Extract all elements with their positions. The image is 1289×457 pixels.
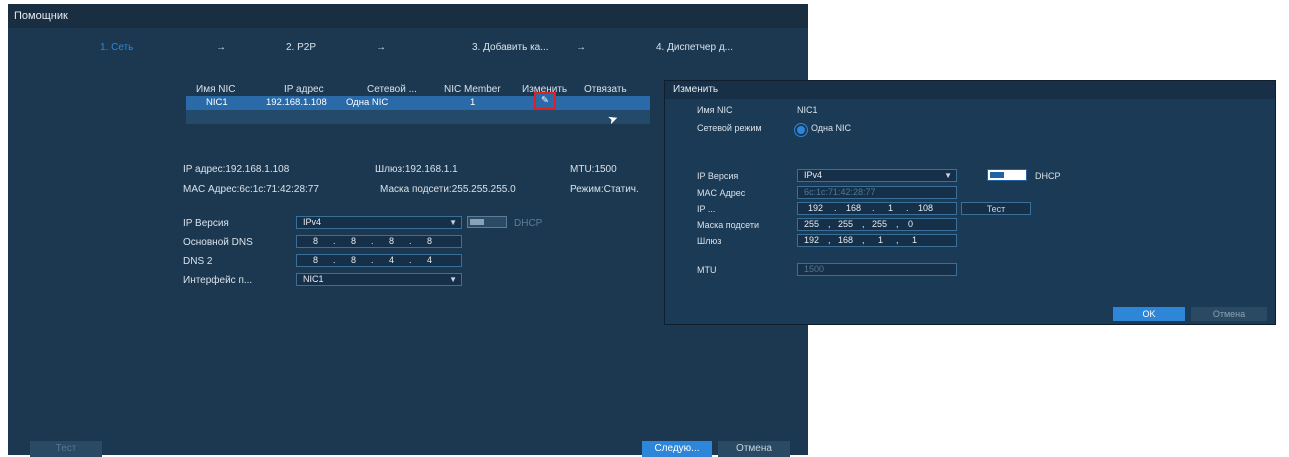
dlg-net-mode-value: Одна NIC <box>811 123 852 133</box>
info-gateway: Шлюз:192.168.1.1 <box>375 164 458 175</box>
dlg-ip-version-label: IP Версия <box>697 171 739 181</box>
dlg-mask-field[interactable]: 255 , 255 , 255 , 0 <box>797 218 957 231</box>
dlg-mtu-field: 1500 <box>797 263 957 276</box>
ip-version-value: IPv4 <box>303 217 322 227</box>
dlg-mask-label: Маска подсети <box>697 220 760 230</box>
info-mac: MAC Адрес:6c:1c:71:42:28:77 <box>183 184 319 195</box>
dlg-ip-field[interactable]: 192 . 168 . 1 . 108 <box>797 202 957 215</box>
col-nic-member: NIC Member <box>444 84 501 95</box>
interface-label: Интерфейс п... <box>183 275 253 286</box>
nic-table: Имя NIC IP адрес Сетевой ... NIC Member … <box>186 76 650 124</box>
edit-button[interactable]: ✎ <box>534 92 556 110</box>
dns1-field[interactable]: 8 . 8 . 8 . 8 <box>296 235 462 248</box>
info-mode: Режим:Статич. <box>570 184 639 195</box>
step-arrow-icon: → <box>576 42 586 53</box>
edit-dialog: Изменить Имя NIC NIC1 Сетевой режим Одна… <box>664 80 1276 325</box>
table-row-empty <box>186 110 650 124</box>
dlg-ip-label: IP ... <box>697 204 716 214</box>
dropdown-arrow-icon: ▼ <box>449 275 457 284</box>
col-net-mode: Сетевой ... <box>367 84 417 95</box>
dns2-label: DNS 2 <box>183 256 213 267</box>
dlg-nic-name: NIC1 <box>797 105 818 115</box>
dlg-mtu-label: MTU <box>697 265 717 275</box>
dlg-test-button[interactable]: Тест <box>961 202 1031 215</box>
dlg-ok-button[interactable]: OK <box>1113 307 1185 321</box>
dropdown-arrow-icon: ▼ <box>944 171 952 180</box>
step-network[interactable]: 1. Сеть <box>100 42 133 53</box>
step-add-camera[interactable]: 3. Добавить ка... <box>472 42 549 53</box>
step-p2p[interactable]: 2. P2P <box>286 42 316 53</box>
dlg-net-mode-label: Сетевой режим <box>697 123 762 133</box>
row-mode: Одна NIC <box>346 97 389 108</box>
interface-value: NIC1 <box>303 274 324 284</box>
col-ip: IP адрес <box>284 84 324 95</box>
dlg-dhcp-label: DHCP <box>1035 171 1061 181</box>
dialog-title: Изменить <box>665 81 1275 99</box>
col-unbind: Отвязать <box>584 84 627 95</box>
dlg-ip-version-select[interactable]: IPv4 ▼ <box>797 169 957 182</box>
interface-select[interactable]: NIC1 ▼ <box>296 273 462 286</box>
dhcp-toggle[interactable] <box>467 216 507 228</box>
info-mask: Маска подсети:255.255.255.0 <box>380 184 516 195</box>
col-nic-name: Имя NIC <box>196 84 236 95</box>
radio-single-nic[interactable] <box>795 124 807 136</box>
dlg-dhcp-toggle[interactable] <box>987 169 1027 181</box>
info-mtu: MTU:1500 <box>570 164 617 175</box>
window-title: Помощник <box>8 4 808 28</box>
dlg-gw-field[interactable]: 192 , 168 , 1 , 1 <box>797 234 957 247</box>
step-device-manager[interactable]: 4. Диспетчер д... <box>656 42 733 53</box>
dhcp-label: DHCP <box>514 218 543 229</box>
dropdown-arrow-icon: ▼ <box>449 218 457 227</box>
dlg-ip-version-value: IPv4 <box>804 170 823 180</box>
dns2-field[interactable]: 8 . 8 . 4 . 4 <box>296 254 462 267</box>
step-arrow-icon: → <box>376 42 386 53</box>
dlg-cancel-button[interactable]: Отмена <box>1191 307 1267 321</box>
row-member: 1 <box>470 97 476 108</box>
dlg-nic-name-label: Имя NIC <box>697 105 733 115</box>
row-nic-name: NIC1 <box>206 97 228 108</box>
dlg-gw-label: Шлюз <box>697 236 722 246</box>
ip-version-label: IP Версия <box>183 218 229 229</box>
step-arrow-icon: → <box>216 42 226 53</box>
dlg-mac-label: MAC Адрес <box>697 188 746 198</box>
table-row[interactable]: NIC1 192.168.1.108 Одна NIC 1 ✎ <box>186 92 650 110</box>
row-ip: 192.168.1.108 <box>266 97 327 108</box>
pencil-icon: ✎ <box>541 95 549 106</box>
info-ip: IP адрес:192.168.1.108 <box>183 164 290 175</box>
dns1-label: Основной DNS <box>183 237 253 248</box>
ip-version-select[interactable]: IPv4 ▼ <box>296 216 462 229</box>
dlg-mac-field: 6c:1c:71:42:28:77 <box>797 186 957 199</box>
